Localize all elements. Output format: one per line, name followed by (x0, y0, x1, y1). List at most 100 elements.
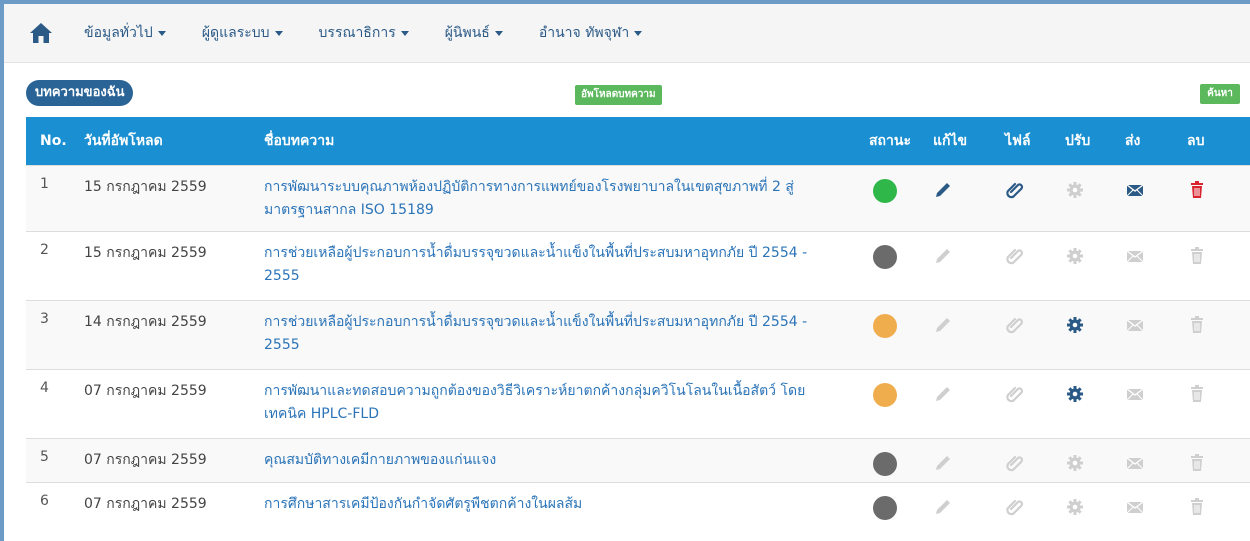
file-button[interactable] (991, 438, 1051, 482)
trash-icon (1191, 246, 1203, 264)
paperclip-icon (1006, 499, 1024, 515)
paperclip-icon (1006, 248, 1024, 264)
caret-down-icon (400, 30, 409, 36)
delete-button[interactable] (1173, 231, 1250, 300)
row-title-link[interactable]: การช่วยเหลือผู้ประกอบการน้ำดื่มบรรจุขวดแ… (250, 300, 855, 369)
nav-user-label: อำนาจ ทัพจุฬา (538, 25, 630, 41)
row-number: 2 (40, 241, 49, 258)
edit-button[interactable] (919, 438, 991, 482)
paperclip-icon (1006, 455, 1024, 471)
envelope-icon (1126, 318, 1144, 331)
home-button[interactable] (26, 18, 56, 48)
window-frame-left (0, 0, 4, 541)
row-title-link[interactable]: คุณสมบัติทางเคมีกายภาพของแก่นแจง (250, 438, 855, 482)
file-button[interactable] (991, 482, 1051, 526)
send-button[interactable] (1111, 165, 1173, 231)
delete-button[interactable] (1173, 482, 1250, 526)
paperclip-icon (1006, 386, 1024, 402)
file-button[interactable] (991, 165, 1051, 231)
row-number: 4 (40, 379, 49, 396)
gear-icon (1067, 316, 1083, 333)
status-indicator (873, 495, 897, 520)
gear-icon (1067, 247, 1083, 264)
articles-table: No. วันที่อัพโหลด ชื่อบทความ สถานะ แก้ไข… (26, 117, 1250, 526)
file-button[interactable] (991, 369, 1051, 438)
adjust-button[interactable] (1051, 300, 1111, 369)
paperclip-icon (1006, 182, 1024, 198)
send-button[interactable] (1111, 438, 1173, 482)
nav-author[interactable]: ผู้นิพนธ์ (445, 22, 503, 44)
status-indicator (873, 178, 897, 203)
gear-icon (1067, 385, 1083, 402)
row-number: 6 (40, 492, 49, 509)
send-button[interactable] (1111, 231, 1173, 300)
header-edit: แก้ไข (933, 132, 968, 149)
send-button[interactable] (1111, 300, 1173, 369)
table-row: 5 07 กรกฎาคม 2559 คุณสมบัติทางเคมีกายภาพขอ… (26, 438, 1250, 482)
row-title-link[interactable]: การศึกษาสารเคมีป้องกันกำจัดศัตรูพืชตกค้า… (250, 482, 855, 526)
adjust-button[interactable] (1051, 438, 1111, 482)
nav-general-info-label: ข้อมูลทั่วไป (84, 25, 153, 41)
nav-author-label: ผู้นิพนธ์ (444, 25, 490, 41)
row-title-link[interactable]: การพัฒนาระบบคุณภาพห้องปฏิบัติการทางการแพ… (250, 165, 855, 231)
file-button[interactable] (991, 300, 1051, 369)
envelope-icon (1126, 249, 1144, 262)
row-date: 07 กรกฎาคม 2559 (84, 451, 207, 468)
row-number: 1 (40, 175, 49, 192)
gear-icon (1067, 498, 1083, 515)
pencil-icon (936, 386, 950, 401)
delete-button[interactable] (1173, 438, 1250, 482)
caret-down-icon (634, 30, 643, 36)
delete-button[interactable] (1173, 300, 1250, 369)
adjust-button[interactable] (1051, 369, 1111, 438)
adjust-button[interactable] (1051, 482, 1111, 526)
trash-icon (1191, 315, 1203, 333)
nav-editor[interactable]: บรรณาธิการ (319, 22, 409, 44)
edit-button[interactable] (919, 165, 991, 231)
nav-general-info[interactable]: ข้อมูลทั่วไป (84, 22, 166, 44)
status-indicator (873, 451, 897, 476)
header-title: ชื่อบทความ (264, 132, 335, 149)
table-row: 3 14 กรกฎาคม 2559 การช่วยเหลือผู้ประกอบการ… (26, 300, 1250, 369)
table-row: 4 07 กรกฎาคม 2559 การพัฒนาและทดสอบความถูกต… (26, 369, 1250, 438)
table-header-row: No. วันที่อัพโหลด ชื่อบทความ สถานะ แก้ไข… (26, 117, 1250, 165)
top-navbar: ข้อมูลทั่วไป ผู้ดูแลระบบ บรรณาธิการ ผู้น… (4, 4, 1250, 63)
caret-down-icon (157, 30, 166, 36)
nav-editor-label: บรรณาธิการ (318, 25, 396, 41)
trash-icon (1191, 180, 1203, 198)
trash-icon (1191, 497, 1203, 515)
search-button[interactable]: ค้นหา (1200, 84, 1240, 104)
row-number: 5 (40, 448, 49, 465)
send-button[interactable] (1111, 369, 1173, 438)
section-title-badge: บทความของฉัน (26, 80, 134, 106)
header-delete: ลบ (1187, 132, 1205, 149)
nav-user-menu[interactable]: อำนาจ ทัพจุฬา (538, 22, 643, 44)
row-title-link[interactable]: การพัฒนาและทดสอบความถูกต้องของวิธีวิเครา… (250, 369, 855, 438)
row-date: 15 กรกฎาคม 2559 (84, 244, 207, 261)
header-date: วันที่อัพโหลด (84, 132, 163, 149)
row-date: 07 กรกฎาคม 2559 (84, 495, 207, 512)
edit-button[interactable] (919, 300, 991, 369)
send-button[interactable] (1111, 482, 1173, 526)
envelope-icon (1126, 500, 1144, 513)
pencil-icon (936, 182, 950, 197)
edit-button[interactable] (919, 369, 991, 438)
adjust-button[interactable] (1051, 231, 1111, 300)
table-row: 6 07 กรกฎาคม 2559 การศึกษาสารเคมีป้องกันกำ… (26, 482, 1250, 526)
trash-icon (1191, 384, 1203, 402)
nav-admin-label: ผู้ดูแลระบบ (201, 25, 270, 41)
gear-icon (1067, 181, 1083, 198)
delete-button[interactable] (1173, 369, 1250, 438)
upload-article-button[interactable]: อัพโหลดบทความ (575, 85, 662, 105)
edit-button[interactable] (919, 482, 991, 526)
row-title-link[interactable]: การช่วยเหลือผู้ประกอบการน้ำดื่มบรรจุขวดแ… (250, 231, 855, 300)
edit-button[interactable] (919, 231, 991, 300)
row-date: 07 กรกฎาคม 2559 (84, 382, 207, 399)
table-row: 1 15 กรกฎาคม 2559 การพัฒนาระบบคุณภาพห้องปฏ… (26, 165, 1250, 231)
nav-admin[interactable]: ผู้ดูแลระบบ (202, 22, 283, 44)
delete-button[interactable] (1173, 165, 1250, 231)
adjust-button[interactable] (1051, 165, 1111, 231)
header-status: สถานะ (869, 132, 911, 149)
caret-down-icon (494, 30, 503, 36)
file-button[interactable] (991, 231, 1051, 300)
